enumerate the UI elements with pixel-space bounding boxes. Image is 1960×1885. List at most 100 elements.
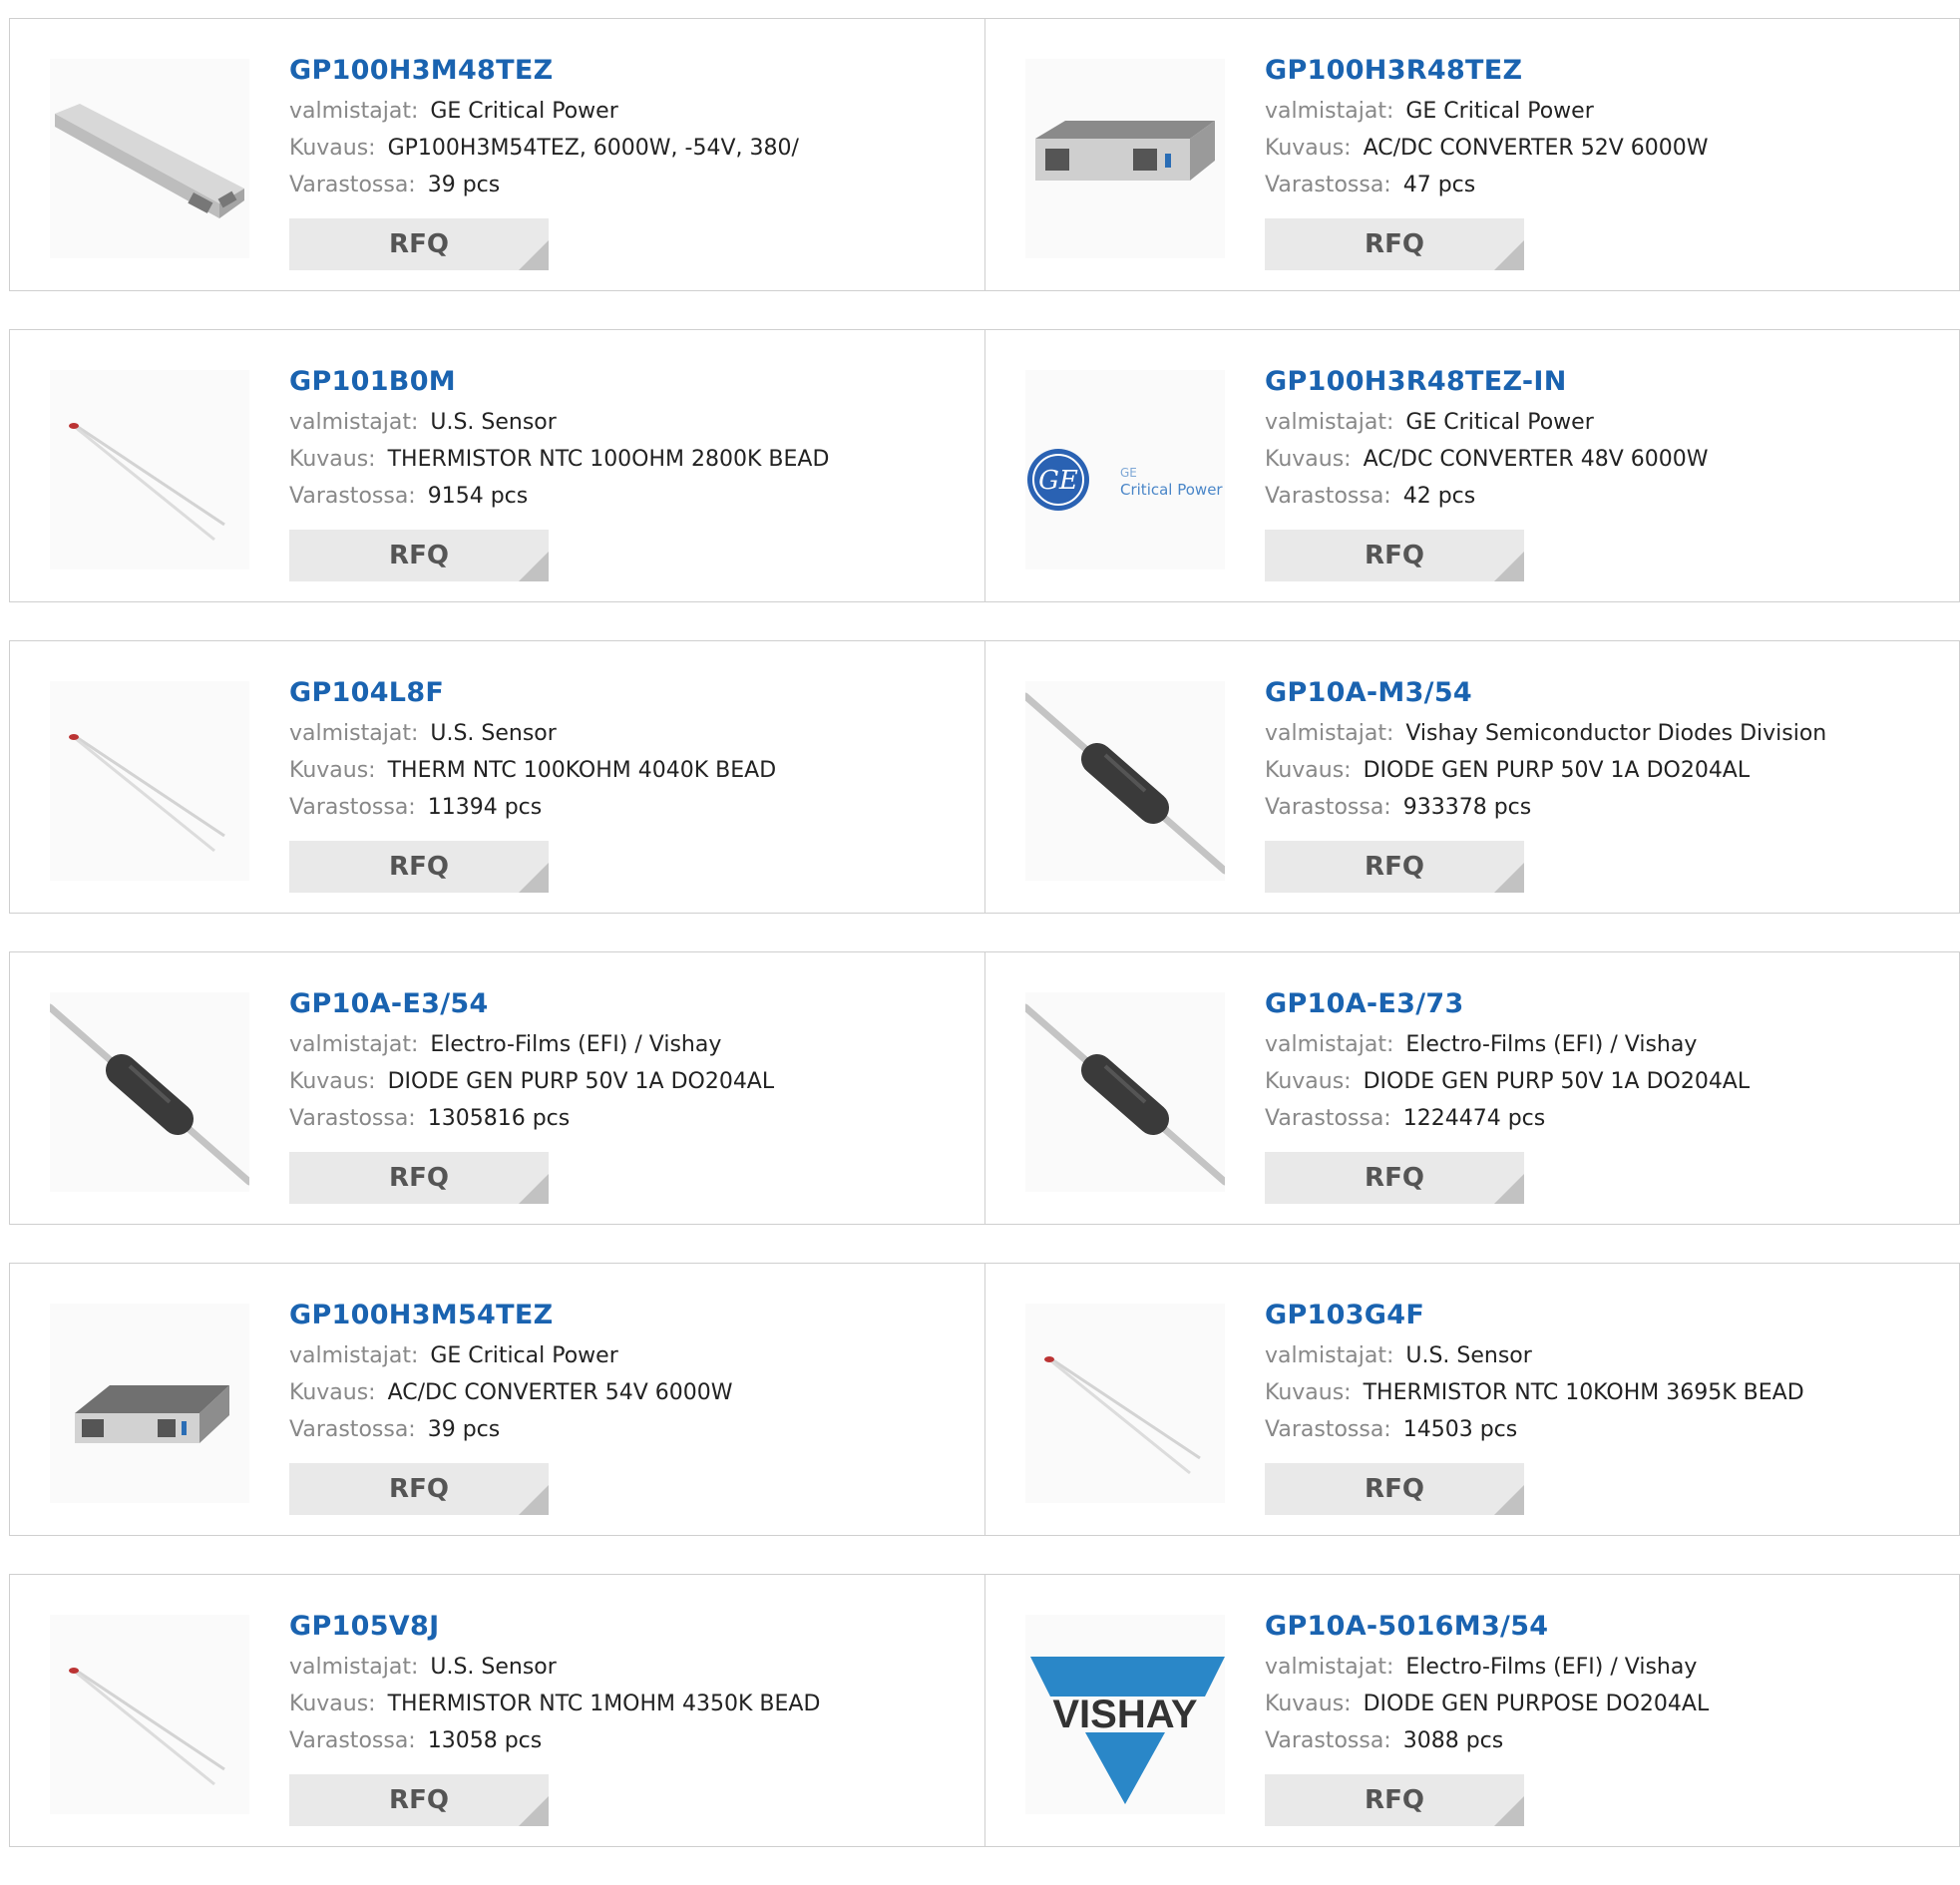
part-number-link[interactable]: GP100H3M48TEZ: [289, 49, 975, 93]
part-number-link[interactable]: GP101B0M: [289, 360, 975, 404]
description-label: Kuvaus:: [289, 1692, 376, 1716]
corner-triangle-icon: [1494, 863, 1524, 893]
part-number-link[interactable]: GP10A-5016M3/54: [1265, 1605, 1949, 1649]
part-number-link[interactable]: GP105V8J: [289, 1605, 975, 1649]
description-value: THERMISTOR NTC 10KOHM 3695K BEAD: [1363, 1380, 1804, 1405]
manufacturer-value: Electro-Films (EFI) / Vishay: [1405, 1655, 1698, 1680]
part-number-link[interactable]: GP103G4F: [1265, 1294, 1949, 1337]
product-image[interactable]: [50, 992, 249, 1192]
product-image[interactable]: [1025, 59, 1225, 258]
description-value: THERMISTOR NTC 100OHM 2800K BEAD: [387, 447, 830, 472]
corner-triangle-icon: [519, 552, 549, 581]
rfq-button[interactable]: RFQ: [289, 1774, 549, 1826]
description-value: AC/DC CONVERTER 52V 6000W: [1363, 136, 1709, 161]
manufacturer-label: valmistajat:: [1265, 1655, 1394, 1680]
description-row: Kuvaus: AC/DC CONVERTER 48V 6000W: [1265, 441, 1949, 478]
product-image[interactable]: VISHAY: [1025, 1615, 1225, 1814]
rfq-button[interactable]: RFQ: [1265, 218, 1524, 270]
manufacturer-row: valmistajat: GE Critical Power: [289, 1337, 975, 1374]
corner-triangle-icon: [519, 1485, 549, 1515]
part-number-link[interactable]: GP10A-M3/54: [1265, 671, 1949, 715]
product-image[interactable]: [1025, 1304, 1225, 1503]
manufacturer-label: valmistajat:: [289, 99, 419, 124]
rfq-button[interactable]: RFQ: [289, 530, 549, 581]
product-image[interactable]: [50, 1615, 249, 1814]
description-label: Kuvaus:: [1265, 1692, 1352, 1716]
manufacturer-label: valmistajat:: [1265, 1343, 1394, 1368]
stock-row: Varastossa: 1305816 pcs: [289, 1100, 975, 1137]
manufacturer-label: valmistajat:: [289, 410, 419, 435]
product-image[interactable]: GE GE Critical Power: [1025, 370, 1225, 569]
part-number-link[interactable]: GP104L8F: [289, 671, 975, 715]
product-image[interactable]: [50, 370, 249, 569]
product-image[interactable]: [1025, 992, 1225, 1192]
rfq-label: RFQ: [1365, 541, 1424, 570]
stock-row: Varastossa: 39 pcs: [289, 1411, 975, 1448]
rfq-label: RFQ: [389, 1163, 449, 1193]
description-label: Kuvaus:: [1265, 447, 1352, 472]
stock-label: Varastossa:: [289, 1417, 416, 1442]
product-info: GP100H3M48TEZ valmistajat: GE Critical Po…: [289, 49, 975, 203]
product-card: GP100H3R48TEZ valmistajat: GE Critical Po…: [984, 19, 1959, 290]
description-label: Kuvaus:: [289, 136, 376, 161]
product-image[interactable]: [50, 59, 249, 258]
description-row: Kuvaus: DIODE GEN PURP 50V 1A DO204AL: [289, 1063, 975, 1100]
description-label: Kuvaus:: [1265, 1069, 1352, 1094]
product-info: GP100H3R48TEZ-IN valmistajat: GE Critical…: [1265, 360, 1949, 515]
product-card: GP101B0M valmistajat: U.S. Sensor Kuvaus:…: [10, 330, 984, 601]
corner-triangle-icon: [519, 1796, 549, 1826]
stock-value: 14503 pcs: [1402, 1417, 1518, 1442]
rfq-button[interactable]: RFQ: [289, 1463, 549, 1515]
description-value: AC/DC CONVERTER 54V 6000W: [387, 1380, 733, 1405]
vishay-logo-text: VISHAY: [1052, 1693, 1198, 1736]
product-info: GP105V8J valmistajat: U.S. Sensor Kuvaus:…: [289, 1605, 975, 1759]
manufacturer-value: U.S. Sensor: [430, 721, 557, 746]
rfq-button[interactable]: RFQ: [289, 1152, 549, 1204]
product-card: GP10A-E3/54 valmistajat: Electro-Films (E…: [10, 952, 984, 1224]
manufacturer-value: U.S. Sensor: [430, 410, 557, 435]
manufacturer-label: valmistajat:: [289, 1032, 419, 1057]
product-image[interactable]: [50, 681, 249, 881]
manufacturer-row: valmistajat: U.S. Sensor: [289, 715, 975, 752]
stock-row: Varastossa: 11394 pcs: [289, 789, 975, 826]
product-image[interactable]: [1025, 681, 1225, 881]
manufacturer-row: valmistajat: GE Critical Power: [1265, 93, 1949, 130]
description-row: Kuvaus: DIODE GEN PURP 50V 1A DO204AL: [1265, 752, 1949, 789]
product-info: GP101B0M valmistajat: U.S. Sensor Kuvaus:…: [289, 360, 975, 515]
svg-text:GE: GE: [1038, 466, 1078, 496]
rfq-label: RFQ: [1365, 1163, 1424, 1193]
description-row: Kuvaus: THERMISTOR NTC 100OHM 2800K BEAD: [289, 441, 975, 478]
description-row: Kuvaus: THERMISTOR NTC 1MOHM 4350K BEAD: [289, 1686, 975, 1722]
product-card: GE GE Critical Power GP100H3R48TEZ-IN va…: [984, 330, 1959, 601]
rfq-button[interactable]: RFQ: [289, 841, 549, 893]
description-label: Kuvaus:: [1265, 758, 1352, 783]
product-card: GP104L8F valmistajat: U.S. Sensor Kuvaus:…: [10, 641, 984, 913]
stock-row: Varastossa: 39 pcs: [289, 167, 975, 203]
part-number-link[interactable]: GP10A-E3/54: [289, 982, 975, 1026]
description-label: Kuvaus:: [289, 447, 376, 472]
stock-label: Varastossa:: [289, 1106, 416, 1131]
rfq-button[interactable]: RFQ: [1265, 1463, 1524, 1515]
rfq-button[interactable]: RFQ: [1265, 530, 1524, 581]
rfq-label: RFQ: [389, 229, 449, 259]
manufacturer-label: valmistajat:: [289, 721, 419, 746]
manufacturer-label: valmistajat:: [1265, 410, 1394, 435]
stock-label: Varastossa:: [289, 173, 416, 197]
rfq-button[interactable]: RFQ: [1265, 1774, 1524, 1826]
rfq-button[interactable]: RFQ: [1265, 841, 1524, 893]
description-row: Kuvaus: DIODE GEN PURP 50V 1A DO204AL: [1265, 1063, 1949, 1100]
stock-value: 9154 pcs: [427, 484, 529, 509]
product-image[interactable]: [50, 1304, 249, 1503]
rfq-button[interactable]: RFQ: [1265, 1152, 1524, 1204]
stock-row: Varastossa: 933378 pcs: [1265, 789, 1949, 826]
part-number-link[interactable]: GP10A-E3/73: [1265, 982, 1949, 1026]
stock-value: 933378 pcs: [1402, 795, 1532, 820]
part-number-link[interactable]: GP100H3M54TEZ: [289, 1294, 975, 1337]
corner-triangle-icon: [1494, 1796, 1524, 1826]
part-number-link[interactable]: GP100H3R48TEZ-IN: [1265, 360, 1949, 404]
corner-triangle-icon: [1494, 1485, 1524, 1515]
rfq-button[interactable]: RFQ: [289, 218, 549, 270]
part-number-link[interactable]: GP100H3R48TEZ: [1265, 49, 1949, 93]
rfq-label: RFQ: [1365, 852, 1424, 882]
manufacturer-row: valmistajat: U.S. Sensor: [289, 404, 975, 441]
